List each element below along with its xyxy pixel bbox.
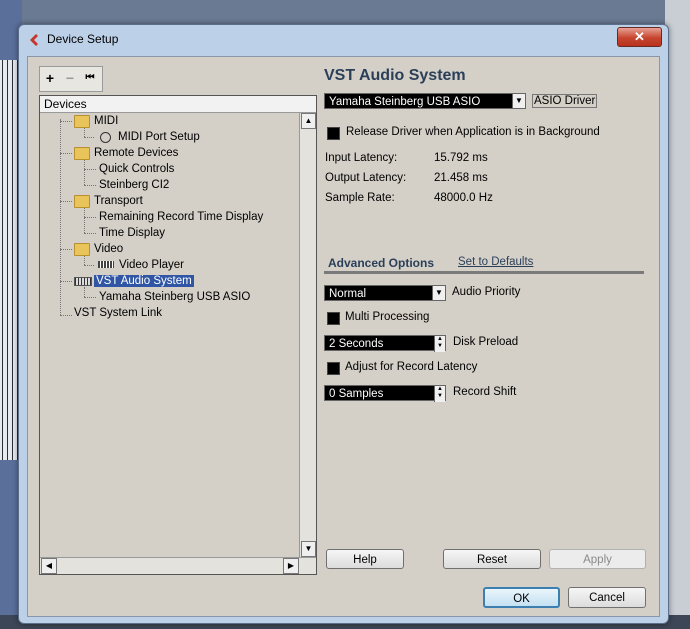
advanced-options-tab[interactable]: Advanced Options: [328, 256, 434, 270]
disk-preload-stepper[interactable]: 2 Seconds ▲ ▼: [324, 335, 446, 352]
scroll-left-icon[interactable]: ◀: [41, 558, 57, 574]
tree-item-label: Time Display: [99, 227, 166, 239]
multi-processing-label: Multi Processing: [345, 311, 430, 323]
tree-item-label: Video Player: [119, 259, 184, 271]
set-to-defaults-link[interactable]: Set to Defaults: [458, 256, 533, 268]
output-latency-value: 21.458 ms: [434, 172, 488, 184]
midi-port-icon: [100, 132, 111, 143]
cancel-button[interactable]: Cancel: [568, 587, 646, 608]
tree-item-label: Transport: [94, 195, 143, 207]
scroll-up-icon[interactable]: ▲: [301, 113, 316, 129]
tree-vertical-scrollbar[interactable]: ▲ ▼: [299, 113, 316, 557]
tree-item-label: VST System Link: [74, 307, 162, 319]
tree-item-vst-audio-system[interactable]: VST Audio System: [74, 273, 194, 289]
tree-item-label: MIDI Port Setup: [118, 131, 200, 143]
tree-item-label: VST Audio System: [94, 275, 194, 287]
folder-icon: [74, 147, 90, 160]
disk-preload-label: Disk Preload: [453, 336, 519, 348]
tree-item-yamaha-asio[interactable]: Yamaha Steinberg USB ASIO: [99, 289, 250, 305]
tree-item-video-player[interactable]: Video Player: [98, 257, 184, 273]
chevron-down-icon: ▼: [432, 286, 445, 300]
folder-icon: [74, 195, 90, 208]
tree-item-label: Steinberg CI2: [99, 179, 170, 191]
vst-audio-icon: [74, 277, 92, 286]
scroll-right-icon[interactable]: ▶: [283, 558, 299, 574]
device-setup-window: Device Setup ✕ + − ⏮ Devices MIDI MIDI P…: [18, 24, 669, 624]
adjust-record-latency-label: Adjust for Record Latency: [345, 361, 478, 373]
ok-button[interactable]: OK: [483, 587, 560, 608]
folder-icon: [74, 243, 90, 256]
sample-rate-value: 48000.0 Hz: [434, 192, 493, 204]
tree-item-label: Quick Controls: [99, 163, 175, 175]
close-button[interactable]: ✕: [617, 27, 662, 47]
asio-driver-select[interactable]: Yamaha Steinberg USB ASIO ▼: [324, 93, 526, 109]
tree-item-remote-devices[interactable]: Remote Devices: [74, 145, 178, 161]
spin-arrows-icon[interactable]: ▲ ▼: [434, 386, 445, 402]
release-driver-checkbox[interactable]: [327, 127, 340, 140]
tree-item-label: Remote Devices: [94, 147, 179, 159]
tree-item-video[interactable]: Video: [74, 241, 123, 257]
sample-rate-label: Sample Rate:: [325, 192, 395, 204]
record-shift-value: 0 Samples: [329, 388, 384, 400]
tree-item-midi-port-setup[interactable]: MIDI Port Setup: [100, 129, 200, 145]
dialog-client-area: + − ⏮ Devices MIDI MIDI Port Setup Remot…: [27, 56, 660, 617]
input-latency-label: Input Latency:: [325, 152, 398, 164]
tree-item-transport[interactable]: Transport: [74, 193, 143, 209]
scroll-down-icon[interactable]: ▼: [301, 541, 316, 557]
page-title: VST Audio System: [324, 67, 466, 84]
record-shift-label: Record Shift: [453, 386, 517, 398]
devices-tree: MIDI MIDI Port Setup Remote Devices Quic…: [40, 113, 299, 557]
tree-item-label: Video: [94, 243, 124, 255]
apply-button[interactable]: Apply: [549, 549, 646, 569]
devices-header: Devices: [40, 96, 316, 113]
chevron-down-icon: ▼: [512, 94, 525, 108]
asio-driver-label: ASIO Driver: [532, 94, 598, 108]
release-driver-label: Release Driver when Application is in Ba…: [346, 126, 600, 138]
input-latency-value: 15.792 ms: [434, 152, 488, 164]
reset-button[interactable]: Reset: [443, 549, 541, 569]
tree-item-time-display[interactable]: Time Display: [99, 225, 165, 241]
devices-tree-panel: Devices MIDI MIDI Port Setup Remote Devi…: [39, 95, 317, 575]
reset-device-button[interactable]: ⏮: [81, 69, 99, 87]
asio-driver-value: Yamaha Steinberg USB ASIO: [329, 96, 481, 108]
audio-priority-value: Normal: [329, 288, 367, 300]
title-bar[interactable]: Device Setup ✕: [19, 25, 668, 53]
multi-processing-checkbox[interactable]: [327, 312, 340, 325]
folder-icon: [74, 115, 90, 128]
background-waveform: [0, 60, 20, 460]
tree-item-label: Remaining Record Time Display: [99, 211, 264, 223]
tab-divider: [324, 271, 644, 274]
device-toolbar: + − ⏮: [39, 66, 103, 92]
tree-item-midi[interactable]: MIDI: [74, 113, 118, 129]
remove-device-button[interactable]: −: [61, 69, 79, 87]
audio-priority-select[interactable]: Normal ▼: [324, 285, 446, 301]
add-device-button[interactable]: +: [41, 69, 59, 87]
disk-preload-value: 2 Seconds: [329, 338, 384, 350]
devices-header-label: Devices: [44, 97, 87, 111]
tree-horizontal-scrollbar[interactable]: ◀ ▶: [40, 557, 316, 574]
tree-item-remaining-record-time[interactable]: Remaining Record Time Display: [99, 209, 263, 225]
record-shift-stepper[interactable]: 0 Samples ▲ ▼: [324, 385, 446, 402]
output-latency-label: Output Latency:: [325, 172, 407, 184]
tree-item-label: Yamaha Steinberg USB ASIO: [99, 291, 251, 303]
tree-item-steinberg-ci2[interactable]: Steinberg CI2: [99, 177, 169, 193]
help-button[interactable]: Help: [326, 549, 404, 569]
adjust-record-latency-checkbox[interactable]: [327, 362, 340, 375]
cubase-logo-icon: [30, 34, 38, 46]
window-title: Device Setup: [47, 32, 119, 46]
tree-item-vst-system-link[interactable]: VST System Link: [74, 305, 162, 321]
spin-arrows-icon[interactable]: ▲ ▼: [434, 336, 445, 352]
video-player-icon: [98, 261, 114, 268]
tree-item-label: MIDI: [94, 115, 119, 127]
audio-priority-label: Audio Priority: [452, 286, 521, 298]
tree-item-quick-controls[interactable]: Quick Controls: [99, 161, 174, 177]
